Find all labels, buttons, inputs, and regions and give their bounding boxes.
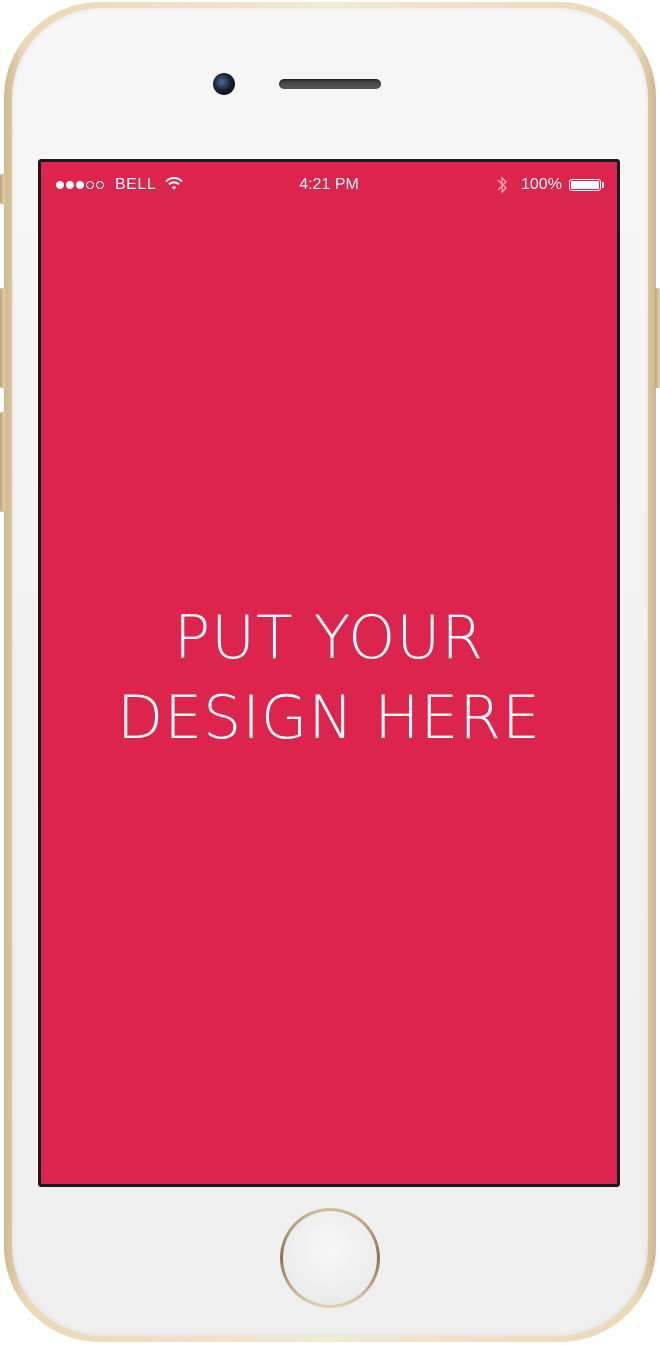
mute-switch [0,174,5,204]
bluetooth-icon [497,176,507,194]
placeholder-line-2: DESIGN HERE [117,683,541,753]
volume-up-button [0,288,5,388]
power-button [655,288,660,388]
volume-down-button [0,412,5,512]
home-button-face[interactable] [283,1211,377,1305]
screen: BELL 4:21 PM 100% PUT YOUR DESIGN HERE [38,159,620,1187]
battery-level [571,181,599,189]
front-camera-icon [213,73,235,95]
home-button[interactable] [280,1208,380,1308]
status-bar: BELL 4:21 PM 100% [41,162,617,206]
placeholder-text: PUT YOUR DESIGN HERE [41,598,617,758]
battery-percentage: 100% [521,176,562,193]
screen-content: BELL 4:21 PM 100% PUT YOUR DESIGN HERE [41,162,617,1184]
earpiece-speaker [279,79,381,89]
placeholder-line-1: PUT YOUR [173,603,485,673]
battery-nub [602,182,604,188]
battery-icon [569,179,601,191]
